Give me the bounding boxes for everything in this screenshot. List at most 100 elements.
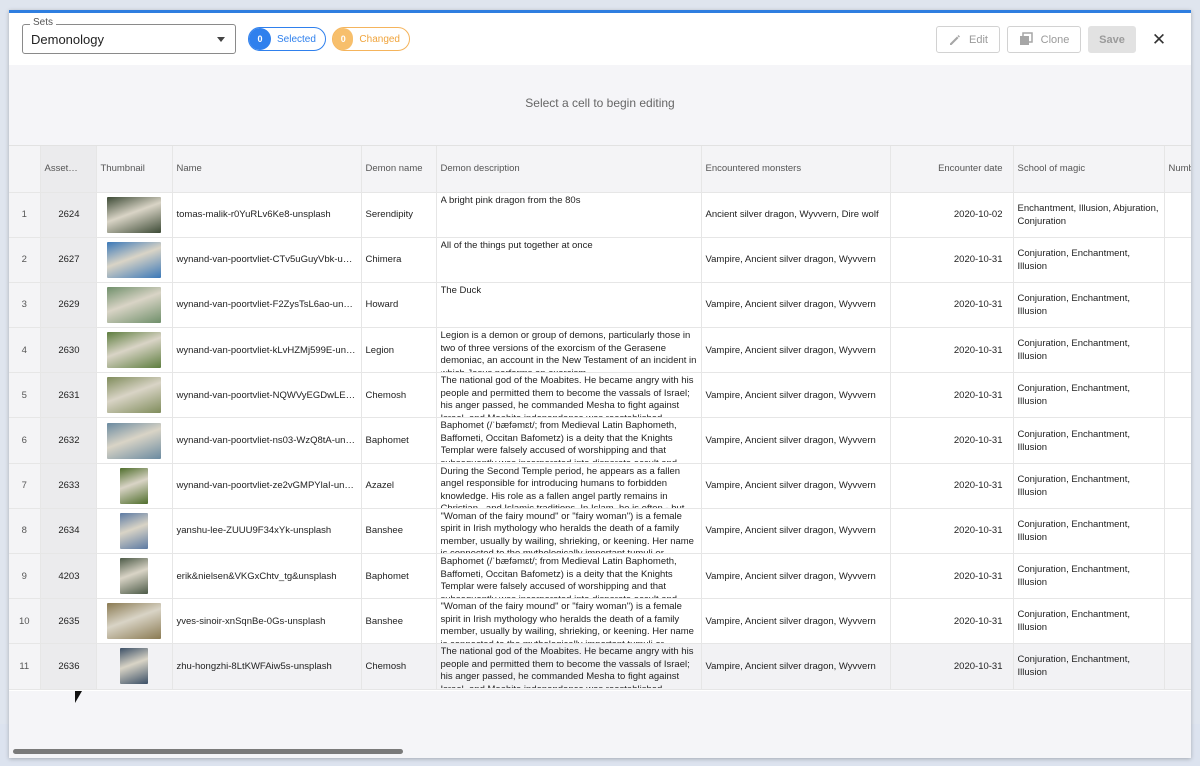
selected-filter-chip[interactable]: 0 Selected xyxy=(248,27,326,51)
horizontal-scrollbar[interactable] xyxy=(13,749,403,754)
thumbnail-cell[interactable] xyxy=(96,463,173,509)
header-thumbnail[interactable]: Thumbnail xyxy=(96,146,173,193)
number-cell[interactable] xyxy=(1164,192,1191,238)
header-asset-id[interactable]: Asset ID xyxy=(40,146,97,193)
asset-id-cell[interactable]: 2635 xyxy=(40,598,97,645)
demon-description-cell[interactable]: All of the things put together at once xyxy=(436,237,702,283)
name-cell[interactable]: yanshu-lee-ZUUU9F34xYk-unsplash xyxy=(172,508,362,555)
number-cell[interactable] xyxy=(1164,463,1191,509)
asset-id-cell[interactable]: 2634 xyxy=(40,508,97,555)
number-cell[interactable] xyxy=(1164,508,1191,555)
asset-id-cell[interactable]: 2630 xyxy=(40,327,97,374)
thumbnail-cell[interactable] xyxy=(96,327,173,374)
demon-name-cell[interactable]: Howard xyxy=(361,282,437,329)
table-row[interactable]: 2 2627 wynand-van-poortvliet-CTv5uGuyVbk-u… xyxy=(9,237,1191,283)
demon-name-cell[interactable]: Chimera xyxy=(361,237,437,283)
table-row[interactable]: 10 2635 yves-sinoir-xnSqnBe-0Gs-unsplash Ba… xyxy=(9,598,1191,645)
name-cell[interactable]: yves-sinoir-xnSqnBe-0Gs-unsplash xyxy=(172,598,362,645)
encounter-date-cell[interactable]: 2020-10-31 xyxy=(890,598,1014,645)
demon-name-cell[interactable]: Chemosh xyxy=(361,372,437,419)
demon-name-cell[interactable]: Serendipity xyxy=(361,192,437,238)
demon-description-cell[interactable]: The national god of the Moabites. He bec… xyxy=(436,372,702,419)
header-name[interactable]: Name xyxy=(172,146,362,193)
thumbnail-cell[interactable] xyxy=(96,553,173,600)
encounter-date-cell[interactable]: 2020-10-31 xyxy=(890,237,1014,283)
demon-name-cell[interactable]: Azazel xyxy=(361,463,437,509)
school-of-magic-cell[interactable]: Conjuration, Enchantment, Illusion xyxy=(1013,598,1165,645)
asset-grid[interactable]: Asset ID Thumbnail Name Demon name Demon… xyxy=(9,145,1191,691)
school-of-magic-cell[interactable]: Conjuration, Enchantment, Illusion xyxy=(1013,282,1165,329)
clone-button[interactable]: Clone xyxy=(1007,26,1081,53)
table-row[interactable]: 8 2634 yanshu-lee-ZUUU9F34xYk-unsplash Bans… xyxy=(9,508,1191,555)
encountered-monsters-cell[interactable]: Vampire, Ancient silver dragon, Wyvvern xyxy=(701,463,891,509)
thumbnail-cell[interactable] xyxy=(96,417,173,464)
school-of-magic-cell[interactable]: Conjuration, Enchantment, Illusion xyxy=(1013,372,1165,419)
number-cell[interactable] xyxy=(1164,598,1191,645)
asset-id-cell[interactable]: 2627 xyxy=(40,237,97,283)
encountered-monsters-cell[interactable]: Vampire, Ancient silver dragon, Wyvvern xyxy=(701,237,891,283)
asset-id-cell[interactable]: 4203 xyxy=(40,553,97,600)
name-cell[interactable]: wynand-van-poortvliet-ns03-WzQ8tA-unspla… xyxy=(172,417,362,464)
asset-id-cell[interactable]: 2629 xyxy=(40,282,97,329)
edit-button[interactable]: Edit xyxy=(936,26,1000,53)
demon-description-cell[interactable]: The national god of the Moabites. He bec… xyxy=(436,643,702,690)
encounter-date-cell[interactable]: 2020-10-31 xyxy=(890,417,1014,464)
asset-id-cell[interactable]: 2633 xyxy=(40,463,97,509)
table-row[interactable]: 3 2629 wynand-van-poortvliet-F2ZysTsL6ao-u… xyxy=(9,282,1191,329)
name-cell[interactable]: erik&nielsen&VKGxChtv_tg&unsplash xyxy=(172,553,362,600)
school-of-magic-cell[interactable]: Conjuration, Enchantment, Illusion xyxy=(1013,237,1165,283)
close-icon[interactable]: ✕ xyxy=(1149,30,1169,50)
thumbnail-cell[interactable] xyxy=(96,598,173,645)
thumbnail-cell[interactable] xyxy=(96,237,173,283)
asset-id-cell[interactable]: 2636 xyxy=(40,643,97,690)
header-encounter-date[interactable]: Encounter date xyxy=(890,146,1014,193)
demon-description-cell[interactable]: The Duck xyxy=(436,282,702,329)
save-button[interactable]: Save xyxy=(1088,26,1136,53)
encountered-monsters-cell[interactable]: Ancient silver dragon, Wyvvern, Dire wol… xyxy=(701,192,891,238)
encounter-date-cell[interactable]: 2020-10-31 xyxy=(890,508,1014,555)
table-row[interactable]: 5 2631 wynand-van-poortvliet-NQWVyEGDwLE-u… xyxy=(9,372,1191,419)
encountered-monsters-cell[interactable]: Vampire, Ancient silver dragon, Wyvvern xyxy=(701,508,891,555)
encountered-monsters-cell[interactable]: Vampire, Ancient silver dragon, Wyvvern xyxy=(701,643,891,690)
header-number[interactable]: Numb xyxy=(1164,146,1191,193)
encounter-date-cell[interactable]: 2020-10-31 xyxy=(890,553,1014,600)
demon-description-cell[interactable]: Baphomet (/ˈbæfəmɛt/; from Medieval Lati… xyxy=(436,553,702,600)
demon-name-cell[interactable]: Legion xyxy=(361,327,437,374)
encountered-monsters-cell[interactable]: Vampire, Ancient silver dragon, Wyvvern xyxy=(701,282,891,329)
header-demon-name[interactable]: Demon name xyxy=(361,146,437,193)
header-school-of-magic[interactable]: School of magic xyxy=(1013,146,1165,193)
table-row[interactable]: 7 2633 wynand-van-poortvliet-ze2vGMPYlaI-u… xyxy=(9,463,1191,509)
encounter-date-cell[interactable]: 2020-10-31 xyxy=(890,643,1014,690)
demon-name-cell[interactable]: Baphomet xyxy=(361,553,437,600)
school-of-magic-cell[interactable]: Conjuration, Enchantment, Illusion xyxy=(1013,417,1165,464)
number-cell[interactable] xyxy=(1164,417,1191,464)
encountered-monsters-cell[interactable]: Vampire, Ancient silver dragon, Wyvvern xyxy=(701,553,891,600)
school-of-magic-cell[interactable]: Enchantment, Illusion, Abjuration, Conju… xyxy=(1013,192,1165,238)
encounter-date-cell[interactable]: 2020-10-31 xyxy=(890,372,1014,419)
school-of-magic-cell[interactable]: Conjuration, Enchantment, Illusion xyxy=(1013,327,1165,374)
name-cell[interactable]: zhu-hongzhi-8LtKWFAiw5s-unsplash xyxy=(172,643,362,690)
header-demon-description[interactable]: Demon description xyxy=(436,146,702,193)
table-row[interactable]: 1 2624 tomas-malik-r0YuRLv6Ke8-unsplash Ser… xyxy=(9,192,1191,238)
encounter-date-cell[interactable]: 2020-10-02 xyxy=(890,192,1014,238)
changed-filter-chip[interactable]: 0 Changed xyxy=(332,27,410,51)
name-cell[interactable]: wynand-van-poortvliet-kLvHZMj599E-unspla… xyxy=(172,327,362,374)
asset-id-cell[interactable]: 2624 xyxy=(40,192,97,238)
table-row[interactable]: 9 4203 erik&nielsen&VKGxChtv_tg&unsplash Ba… xyxy=(9,553,1191,600)
demon-name-cell[interactable]: Banshee xyxy=(361,508,437,555)
table-row[interactable]: 6 2632 wynand-van-poortvliet-ns03-WzQ8tA-u… xyxy=(9,417,1191,464)
demon-description-cell[interactable]: During the Second Temple period, he appe… xyxy=(436,463,702,509)
number-cell[interactable] xyxy=(1164,282,1191,329)
name-cell[interactable]: wynand-van-poortvliet-F2ZysTsL6ao-unspla… xyxy=(172,282,362,329)
table-row[interactable]: 11 2636 zhu-hongzhi-8LtKWFAiw5s-unsplash Ch… xyxy=(9,643,1191,690)
number-cell[interactable] xyxy=(1164,553,1191,600)
demon-description-cell[interactable]: A bright pink dragon from the 80s xyxy=(436,192,702,238)
school-of-magic-cell[interactable]: Conjuration, Enchantment, Illusion xyxy=(1013,643,1165,690)
name-cell[interactable]: wynand-van-poortvliet-CTv5uGuyVbk-unspla… xyxy=(172,237,362,283)
encounter-date-cell[interactable]: 2020-10-31 xyxy=(890,282,1014,329)
name-cell[interactable]: wynand-van-poortvliet-NQWVyEGDwLE-unspla… xyxy=(172,372,362,419)
demon-name-cell[interactable]: Chemosh xyxy=(361,643,437,690)
asset-id-cell[interactable]: 2632 xyxy=(40,417,97,464)
sets-select[interactable]: Sets Demonology xyxy=(22,17,236,54)
encounter-date-cell[interactable]: 2020-10-31 xyxy=(890,463,1014,509)
